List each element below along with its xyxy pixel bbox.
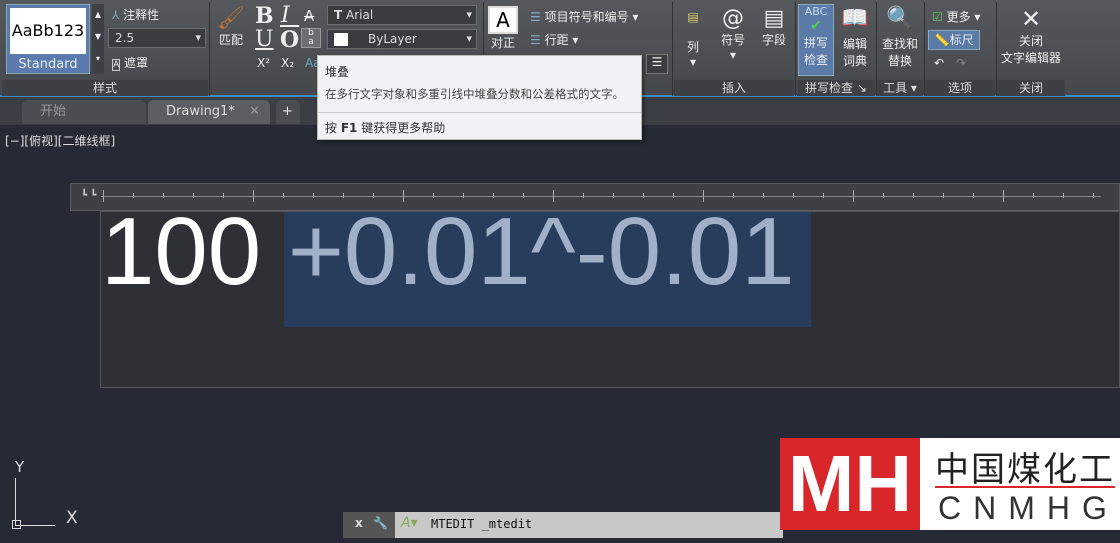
- font-select[interactable]: T Arial: [327, 5, 477, 25]
- ruler-tick: [1063, 193, 1064, 198]
- ruler-tick: [913, 193, 914, 198]
- more-button[interactable]: ☑ 更多 ▾: [932, 8, 980, 25]
- ruler-tick: [1093, 193, 1094, 198]
- at-icon: @: [722, 6, 744, 31]
- new-tab-button[interactable]: +: [276, 100, 300, 124]
- ruler-tick: [823, 193, 824, 198]
- color-swatch: [334, 33, 348, 46]
- undo-button[interactable]: ↶: [934, 56, 944, 70]
- ruler-tick: [853, 190, 854, 202]
- subscript-button[interactable]: X₂: [281, 56, 294, 70]
- justify-button[interactable]: A 对正: [488, 6, 518, 51]
- abc-check-icon: ABC ✔: [804, 5, 828, 34]
- superscript-button[interactable]: X²: [257, 56, 270, 70]
- mask-icon: A: [112, 59, 121, 71]
- symbol-button[interactable]: @ 符号 ▾: [716, 6, 750, 62]
- color-select[interactable]: ByLayer: [327, 29, 477, 49]
- panel-label-style: 样式: [2, 80, 208, 96]
- bullets-button[interactable]: ☰ 项目符号和编号 ▾: [530, 8, 638, 25]
- annotative-button[interactable]: ⅄ 注释性: [112, 6, 159, 23]
- redo-button[interactable]: ↷: [956, 56, 966, 70]
- watermark-logo: MH 中国煤化工 CNMHG: [780, 438, 1120, 530]
- panel-label-tools: 工具 ▾: [877, 80, 923, 96]
- columns-icon: ▤: [687, 10, 699, 24]
- stack-tooltip: 堆叠 在多行文字对象和多重引线中堆叠分数和公差格式的文字。 按 F1 键获得更多…: [317, 55, 642, 140]
- ruler-tick: [1033, 193, 1034, 198]
- match-button[interactable]: 🖌 匹配: [214, 6, 248, 48]
- panel-label-insert: 插入: [674, 80, 794, 96]
- overline-button[interactable]: O: [280, 29, 299, 51]
- find-replace-button[interactable]: 🔍 查找和 替换: [880, 6, 920, 69]
- mask-button[interactable]: A 遮罩: [112, 54, 148, 71]
- annotative-icon: ⅄: [112, 8, 120, 22]
- close-command-icon[interactable]: x: [355, 516, 363, 530]
- style-name: Standard: [18, 57, 78, 72]
- command-text: MTEDIT _mtedit: [431, 517, 533, 531]
- viewport-label[interactable]: [−][俯视][二维线框]: [5, 132, 115, 149]
- ruler-tick: [973, 193, 974, 198]
- spell-check-button[interactable]: ABC ✔ 拼写 检查: [798, 4, 834, 76]
- panel-label-spell: 拼写检查 ↘: [797, 80, 875, 96]
- line-spacing-button[interactable]: ☰ 行距 ▾: [530, 31, 578, 48]
- edit-dictionary-button[interactable]: 📖 编辑 词典: [838, 6, 872, 69]
- style-preview: AaBb123: [10, 8, 86, 54]
- stack-button[interactable]: ba: [301, 28, 321, 48]
- magnifier-icon: 🔍: [886, 6, 914, 31]
- ruler-tick: [1003, 190, 1004, 202]
- list-icon: ☰: [530, 10, 541, 24]
- tooltip-title: 堆叠: [325, 65, 350, 79]
- bold-button[interactable]: B: [255, 5, 274, 27]
- checkbox-icon: ☑: [932, 10, 943, 24]
- mtext-editor[interactable]: 100 +0.01^-0.01: [100, 202, 1120, 388]
- underline-button[interactable]: U: [255, 29, 274, 51]
- tab-close-icon[interactable]: ✕: [249, 100, 260, 124]
- tab-drawing1[interactable]: Drawing1* ✕: [148, 100, 270, 124]
- paintbrush-icon: 🖌: [217, 6, 245, 31]
- close-icon: ✕: [1020, 5, 1042, 33]
- selected-text[interactable]: +0.01^-0.01: [288, 198, 795, 305]
- wrench-icon[interactable]: 🔧: [373, 516, 388, 530]
- close-editor-button[interactable]: ✕ 关闭 文字编辑器: [998, 6, 1064, 66]
- justify-icon: A: [488, 6, 518, 34]
- ruler-icon: 📏: [934, 33, 950, 47]
- field-icon: ▤: [763, 6, 785, 31]
- italic-button[interactable]: I: [281, 5, 290, 27]
- style-gallery[interactable]: AaBb123 Standard: [6, 4, 90, 74]
- dictionary-icon: 📖: [841, 6, 869, 31]
- spacing-icon: ☰: [530, 33, 541, 47]
- field-button[interactable]: ▤ 字段: [758, 6, 790, 48]
- ruler-toggle[interactable]: 📏标尺: [928, 30, 980, 50]
- columns-button[interactable]: ▤ 列 ▾: [680, 10, 706, 69]
- paragraph-settings-icon[interactable]: ☰: [646, 54, 668, 74]
- ruler-tick: [883, 193, 884, 198]
- editor-text: 100: [101, 198, 288, 305]
- truetype-icon: T: [334, 8, 343, 22]
- ruler-tick: [943, 193, 944, 198]
- mh-logo: MH: [780, 438, 920, 530]
- mtext-icon[interactable]: A▾: [401, 515, 418, 531]
- tooltip-desc: 在多行文字对象和多重引线中堆叠分数和公差格式的文字。: [318, 84, 641, 113]
- panel-label-close: 关闭: [997, 80, 1065, 96]
- gallery-scroll[interactable]: ▲ ▼ ▾: [92, 4, 104, 74]
- tooltip-help: 按 F1 键获得更多帮助: [325, 121, 446, 135]
- ucs-icon: Y X: [10, 458, 80, 529]
- panel-label-options: 选项: [925, 80, 995, 96]
- tab-start[interactable]: 开始: [22, 100, 146, 124]
- text-height-select[interactable]: 2.5: [108, 28, 206, 48]
- command-line[interactable]: x 🔧 A▾ MTEDIT _mtedit: [343, 512, 783, 538]
- strikethrough-icon[interactable]: A: [304, 7, 314, 25]
